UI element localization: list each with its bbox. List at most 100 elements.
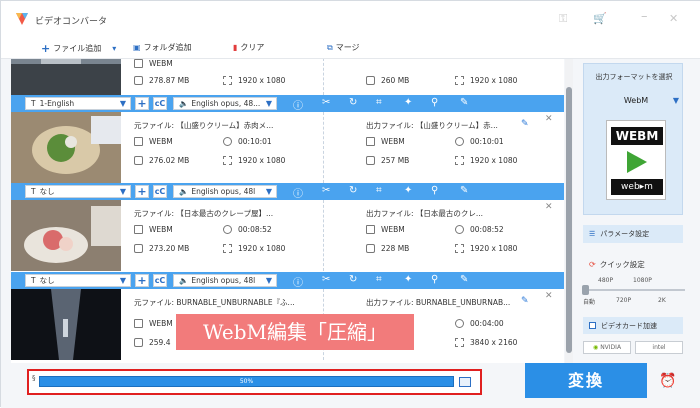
subtitle-select[interactable]: T 1-English ▼ xyxy=(25,97,131,110)
crop-icon[interactable]: ⌗ xyxy=(376,97,382,108)
add-folder-button[interactable]: ▣ フォルダ追加 xyxy=(133,42,192,53)
quality-slider[interactable] xyxy=(585,289,685,291)
chevron-down-icon: ▼ xyxy=(265,99,272,108)
list-item[interactable]: 元ファイル: 【日本最古のクレープ屋】... ✕ WEBM 00:08:52 2… xyxy=(11,200,564,271)
quality-slider-knob[interactable] xyxy=(582,285,589,295)
out-resolution: 3840 x 2160 xyxy=(455,338,517,347)
quality-auto-label: 自動 xyxy=(583,299,596,306)
resolution-icon xyxy=(455,156,464,165)
audio-select[interactable]: 🔈 English opus, 48l ▼ xyxy=(173,185,277,198)
chevron-down-icon: ▼ xyxy=(265,187,272,196)
parameter-settings-button[interactable]: ☰ パラメータ設定 xyxy=(583,225,683,243)
edit-pen-icon[interactable]: ✎ xyxy=(521,296,529,306)
toolbar: + ファイル追加 ▾ ▣ フォルダ追加 ▮ クリア ⧉ マージ xyxy=(1,37,700,59)
audio-select[interactable]: 🔈 English opus, 48... ▼ xyxy=(173,97,277,110)
merge-icon: ⧉ xyxy=(327,42,333,52)
remove-item-icon[interactable]: ✕ xyxy=(545,202,553,212)
src-resolution: 1920 x 1080 xyxy=(223,244,285,253)
clock-icon xyxy=(455,137,464,146)
crop-icon[interactable]: ⌗ xyxy=(376,185,382,196)
output-format-select[interactable]: WebM xyxy=(588,96,684,105)
chevron-down-icon[interactable]: ▼ xyxy=(673,96,679,105)
src-resolution: 1920 x 1080 xyxy=(223,76,285,85)
edit-pen-icon[interactable]: ✎ xyxy=(521,119,529,129)
file-size-icon xyxy=(366,156,375,165)
parameter-settings-label: パラメータ設定 xyxy=(600,230,650,238)
file-size-icon xyxy=(134,76,143,85)
list-scrollbar[interactable] xyxy=(565,59,573,363)
scissors-icon[interactable]: ✂ xyxy=(322,274,330,285)
effect-icon[interactable]: ✦ xyxy=(404,274,412,285)
chevron-down-icon[interactable]: ▾ xyxy=(112,44,116,53)
rotate-icon[interactable]: ↻ xyxy=(349,274,357,285)
src-size: 259.4 xyxy=(134,338,170,347)
chevron-down-icon: ▼ xyxy=(119,99,126,108)
rotate-icon[interactable]: ↻ xyxy=(349,185,357,196)
add-subtitle-button[interactable]: + xyxy=(135,97,149,110)
convert-button[interactable]: 変換 xyxy=(525,363,647,398)
effect-icon[interactable]: ✦ xyxy=(404,97,412,108)
webm-logo-text: WEBM xyxy=(611,127,663,145)
clock-icon xyxy=(455,319,464,328)
remove-item-icon[interactable]: ✕ xyxy=(545,114,553,124)
sliders-icon: ☰ xyxy=(589,230,596,238)
scissors-icon[interactable]: ✂ xyxy=(322,185,330,196)
remove-item-icon[interactable]: ✕ xyxy=(545,291,553,301)
close-icon[interactable]: ✕ xyxy=(669,12,678,25)
chevron-down-icon: ▼ xyxy=(119,276,126,285)
add-file-label: ファイル追加 xyxy=(53,44,102,53)
add-file-button[interactable]: + ファイル追加 ▾ xyxy=(41,42,116,55)
subtitle-edit-icon[interactable]: ✎ xyxy=(460,97,468,108)
clock-icon xyxy=(223,225,232,234)
out-duration: 00:08:52 xyxy=(455,225,504,234)
merge-button[interactable]: ⧉ マージ xyxy=(327,42,360,53)
key-icon[interactable]: ⚿ xyxy=(559,12,567,26)
cart-icon[interactable]: 🛒 xyxy=(593,12,607,25)
watermark-icon[interactable]: ⚲ xyxy=(431,185,438,196)
subtitle-link-button[interactable]: cC xyxy=(153,97,167,110)
src-format: WEBM xyxy=(134,137,173,146)
gpu-checkbox[interactable] xyxy=(589,322,596,329)
minimize-icon[interactable]: – xyxy=(641,9,648,24)
list-item[interactable]: WEBM 278.87 MB 1920 x 1080 260 MB 1920 x… xyxy=(11,59,564,95)
out-file-name: 出力ファイル: 【山盛りクリーム】赤... xyxy=(366,121,498,130)
watermark-icon[interactable]: ⚲ xyxy=(431,274,438,285)
scrollbar-thumb[interactable] xyxy=(566,87,572,353)
webm-format-icon[interactable]: WEBM web▸m xyxy=(606,120,666,200)
info-icon[interactable]: ⓘ xyxy=(293,274,303,289)
subtitle-edit-icon[interactable]: ✎ xyxy=(460,185,468,196)
audio-select[interactable]: 🔈 English opus, 48l ▼ xyxy=(173,274,277,287)
info-icon[interactable]: ⓘ xyxy=(293,185,303,200)
gpu-logos: ◉ NVIDIA intel xyxy=(583,341,683,354)
resolution-icon xyxy=(223,76,232,85)
subtitle-link-button[interactable]: cC xyxy=(153,274,167,287)
right-panel: 出力フォーマットを選択 WebM ▼ WEBM web▸m ☰ パラメータ設定 … xyxy=(574,59,700,363)
subtitle-link-button[interactable]: cC xyxy=(153,185,167,198)
watermark-icon[interactable]: ⚲ xyxy=(431,97,438,108)
subtitle-edit-icon[interactable]: ✎ xyxy=(460,274,468,285)
info-icon[interactable]: ⓘ xyxy=(293,97,303,112)
subtitle-select[interactable]: T なし ▼ xyxy=(25,274,131,287)
alarm-clock-icon[interactable]: ⏰ xyxy=(659,373,676,389)
track-bar: T なし ▼ + cC 🔈 English opus, 48l ▼ ⓘ ✂ ↻ ⌗ ✦ … xyxy=(11,272,564,289)
gpu-acceleration-toggle[interactable]: ビデオカード加速 xyxy=(583,317,683,334)
add-subtitle-button[interactable]: + xyxy=(135,274,149,287)
rotate-icon[interactable]: ↻ xyxy=(349,97,357,108)
add-subtitle-button[interactable]: + xyxy=(135,185,149,198)
subtitle-select[interactable]: T なし ▼ xyxy=(25,185,131,198)
folder-icon[interactable] xyxy=(459,377,471,387)
video-thumbnail xyxy=(11,289,121,360)
src-duration: 00:10:01 xyxy=(223,137,272,146)
file-format-icon xyxy=(366,137,375,146)
list-item[interactable]: 元ファイル: 【山盛りクリーム】赤肉メ... WEBM 00:10:01 276… xyxy=(11,112,564,183)
out-size: 228 MB xyxy=(366,244,409,253)
intel-logo: intel xyxy=(635,341,683,354)
out-duration: 00:04:00 xyxy=(455,319,504,328)
output-format-panel[interactable]: 出力フォーマットを選択 WebM ▼ WEBM web▸m xyxy=(583,63,683,215)
src-size: 278.87 MB xyxy=(134,76,189,85)
webm-logo-bottom: web▸m xyxy=(611,179,663,195)
scissors-icon[interactable]: ✂ xyxy=(322,97,330,108)
clear-button[interactable]: ▮ クリア xyxy=(233,42,264,53)
crop-icon[interactable]: ⌗ xyxy=(376,274,382,285)
effect-icon[interactable]: ✦ xyxy=(404,185,412,196)
